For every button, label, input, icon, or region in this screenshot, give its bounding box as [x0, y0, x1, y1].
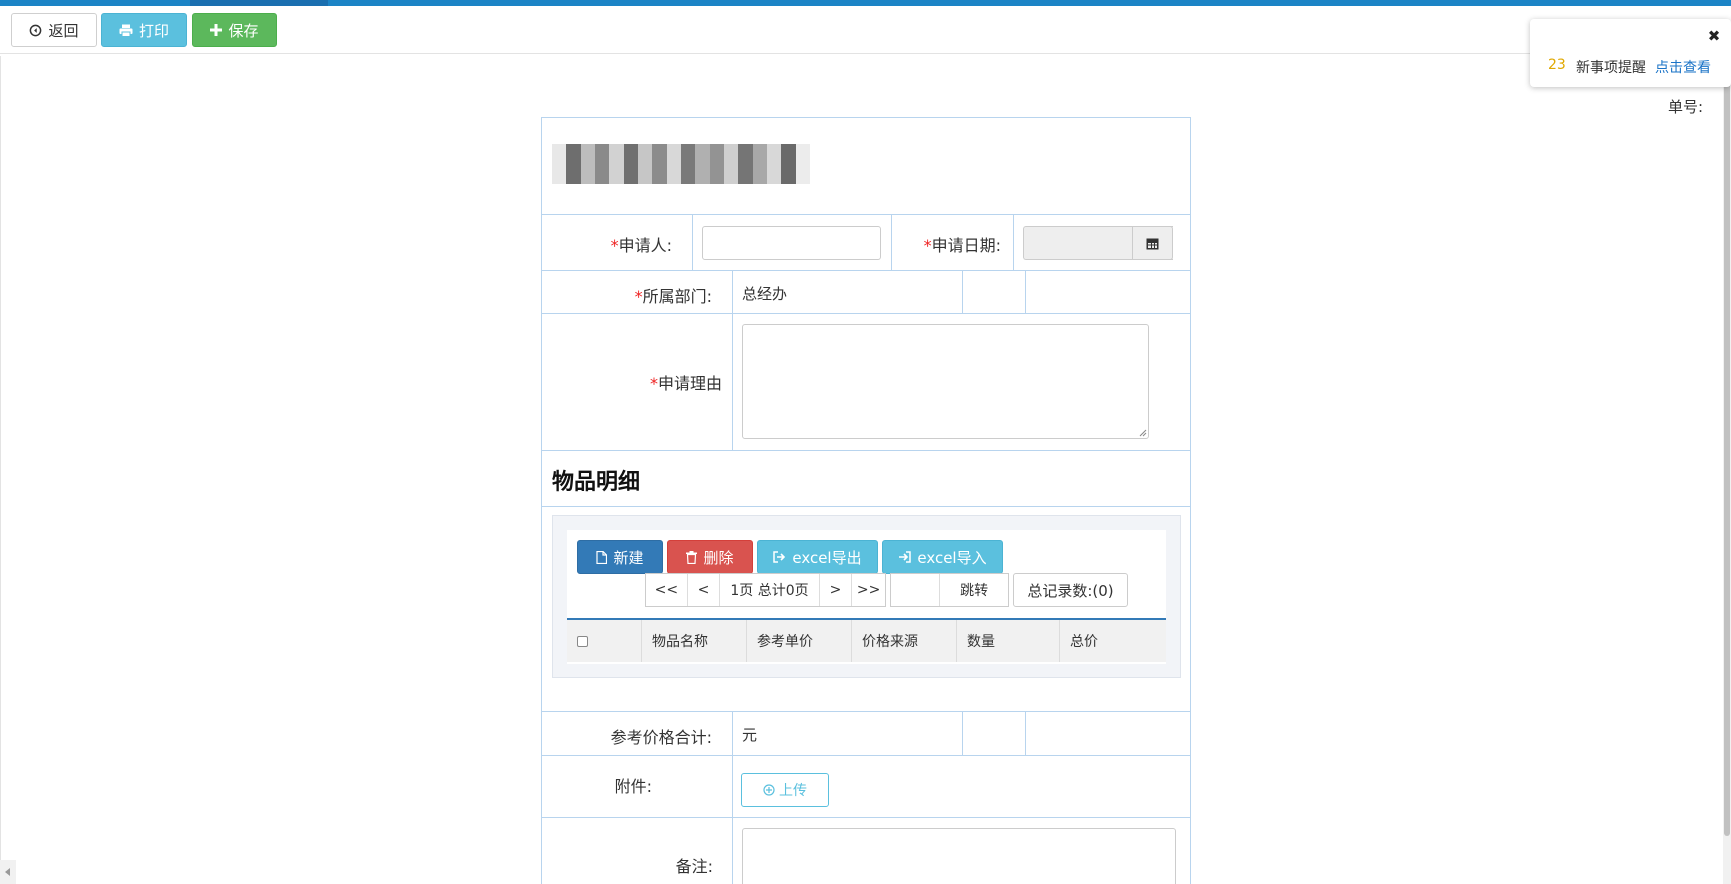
applicant-label: *申请人: [610, 236, 672, 255]
pager-info: 1页 总计0页 [720, 574, 820, 606]
new-item-button[interactable]: 新建 [577, 540, 663, 574]
chevron-left-icon [5, 868, 10, 876]
items-section-title: 物品明细 [552, 470, 641, 495]
blurred-form-title [552, 144, 810, 184]
save-label: 保存 [228, 21, 259, 40]
back-label: 返回 [48, 21, 79, 40]
select-all-checkbox-cell[interactable] [567, 620, 642, 662]
pagination: << < 1页 总计0页 > >> [645, 573, 886, 607]
upload-button[interactable]: 上传 [741, 773, 829, 807]
attachment-row: 附件: 上传 [542, 756, 1190, 818]
delete-item-label: 删除 [703, 548, 734, 567]
items-grid-panel: 新建 删除 excel导出 excel导入 << < 1页 总计0页 > >> [552, 515, 1181, 678]
pager-next[interactable]: > [820, 574, 853, 606]
select-all-checkbox[interactable] [577, 635, 588, 647]
order-number-label: 单号: [1668, 98, 1704, 116]
notification-count: 23 [1548, 57, 1566, 73]
application-form: *申请人: *申请日期: *所属部门: 总经办 *申请理由 物品明细 新建 删除… [541, 117, 1191, 884]
excel-import-button[interactable]: excel导入 [882, 540, 1003, 574]
remark-label: 备注: [675, 857, 713, 876]
reason-textarea[interactable] [742, 324, 1149, 439]
page-jump-input[interactable] [891, 574, 941, 606]
department-label: *所属部门: [634, 287, 712, 306]
department-value: 总经办 [742, 285, 788, 303]
print-label: 打印 [138, 21, 169, 40]
remark-textarea[interactable] [742, 828, 1176, 884]
form-header-row [542, 118, 1190, 215]
back-button[interactable]: 返回 [11, 13, 97, 47]
excel-import-label: excel导入 [917, 548, 987, 567]
save-button[interactable]: 保存 [192, 13, 277, 47]
upload-label: 上传 [779, 783, 807, 799]
calendar-icon [1146, 238, 1159, 249]
page-jump: 跳转 [890, 573, 1009, 607]
attachment-label: 附件: [614, 777, 652, 796]
applicant-input[interactable] [702, 226, 881, 260]
close-icon[interactable]: ✖ [1705, 27, 1723, 45]
reference-total-unit: 元 [742, 726, 758, 744]
reason-label: *申请理由 [649, 374, 722, 393]
scrollbar-thumb[interactable] [1724, 76, 1730, 836]
calendar-button[interactable] [1132, 226, 1173, 260]
new-item-label: 新建 [613, 548, 644, 567]
vertical-scrollbar[interactable] [1723, 56, 1731, 884]
horizontal-scroll-left[interactable] [0, 860, 16, 884]
plus-icon [210, 24, 223, 36]
notification-view-link[interactable]: 点击查看 [1655, 57, 1711, 77]
import-icon [899, 551, 912, 563]
excel-export-label: excel导出 [792, 548, 862, 567]
reference-total-label: 参考价格合计: [610, 728, 712, 747]
reason-row: *申请理由 [542, 314, 1190, 451]
reference-total-row: 参考价格合计: 元 [542, 712, 1190, 756]
column-header[interactable]: 数量 [957, 620, 1060, 662]
export-icon [773, 551, 786, 563]
items-grid-inner: 新建 删除 excel导出 excel导入 << < 1页 总计0页 > >> [567, 530, 1166, 664]
delete-item-button[interactable]: 删除 [667, 540, 753, 574]
column-header[interactable]: 物品名称 [642, 620, 747, 662]
remark-row: 备注: [542, 818, 1190, 884]
trash-icon [686, 550, 698, 564]
pager-prev[interactable]: < [688, 574, 721, 606]
print-button[interactable]: 打印 [101, 13, 187, 47]
total-records: 总记录数:(0) [1013, 573, 1128, 607]
notification-popup: ✖ 23 新事项提醒 点击查看 [1530, 19, 1731, 87]
items-title-row: 物品明细 [542, 451, 1190, 507]
department-row: *所属部门: 总经办 [542, 271, 1190, 314]
back-circle-icon [30, 24, 42, 36]
notification-message: 新事项提醒 [1576, 60, 1646, 76]
total-records-text: 总记录数:(0) [1027, 581, 1114, 600]
plus-circle-icon [763, 784, 775, 796]
items-grid-header: 物品名称 参考单价 价格来源 数量 总价 [567, 618, 1166, 662]
file-icon [596, 550, 608, 564]
pager-last[interactable]: >> [852, 574, 885, 606]
pager-first[interactable]: << [646, 574, 688, 606]
column-header[interactable]: 参考单价 [747, 620, 852, 662]
column-header[interactable]: 价格来源 [852, 620, 957, 662]
toolbar: 返回 打印 保存 [0, 6, 1731, 54]
excel-export-button[interactable]: excel导出 [757, 540, 878, 574]
print-icon [119, 24, 133, 37]
column-header[interactable]: 总价 [1060, 620, 1166, 662]
applicant-row: *申请人: *申请日期: [542, 215, 1190, 271]
page-jump-button[interactable]: 跳转 [940, 574, 1008, 606]
apply-date-label: *申请日期: [923, 236, 1001, 255]
resize-handle-icon[interactable] [1139, 429, 1147, 437]
